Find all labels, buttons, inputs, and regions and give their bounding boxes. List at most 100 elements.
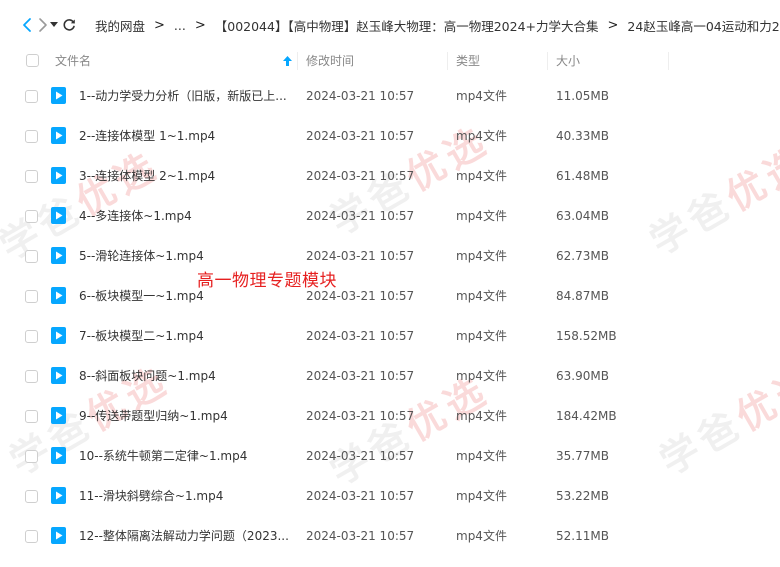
- video-file-icon: [51, 367, 66, 384]
- file-row[interactable]: 7--板块模型二~1.mp4 2024-03-21 10:57 mp4文件 158.5…: [0, 316, 780, 356]
- video-file-icon: [51, 167, 66, 184]
- refresh-icon: [63, 19, 75, 31]
- file-row[interactable]: 8--斜面板块问题~1.mp4 2024-03-21 10:57 mp4文件 63.9…: [0, 356, 780, 396]
- file-row[interactable]: 9--传送带题型归纳~1.mp4 2024-03-21 10:57 mp4文件 184…: [0, 396, 780, 436]
- file-name[interactable]: 5--滑轮连接体~1.mp4: [79, 236, 204, 276]
- column-divider[interactable]: [547, 52, 548, 70]
- refresh-button[interactable]: [62, 11, 76, 39]
- chevron-right-icon: [39, 18, 47, 32]
- breadcrumb-separator: >: [607, 17, 619, 33]
- file-size: 53.22MB: [556, 489, 609, 503]
- file-modified-time: 2024-03-21 10:57: [306, 209, 415, 223]
- row-checkbox[interactable]: [25, 90, 38, 103]
- file-row[interactable]: 1--动力学受力分析（旧版，新版已上... 2024-03-21 10:57 mp4…: [0, 76, 780, 116]
- back-button[interactable]: [20, 11, 34, 39]
- file-row[interactable]: 5--滑轮连接体~1.mp4 2024-03-21 10:57 mp4文件 62.73…: [0, 236, 780, 276]
- file-size: 84.87MB: [556, 289, 609, 303]
- file-row[interactable]: 12--整体隔离法解动力学问题（2023... 2024-03-21 10:57 m…: [0, 516, 780, 556]
- caret-down-icon: [50, 22, 58, 27]
- file-type: mp4文件: [456, 89, 507, 103]
- file-type: mp4文件: [456, 329, 507, 343]
- breadcrumb-item-root[interactable]: 我的网盘: [95, 16, 145, 35]
- file-name[interactable]: 9--传送带题型归纳~1.mp4: [79, 396, 228, 436]
- row-checkbox[interactable]: [25, 170, 38, 183]
- column-header-name[interactable]: 文件名: [55, 50, 91, 76]
- file-row[interactable]: 4--多连接体~1.mp4 2024-03-21 10:57 mp4文件 63.04M…: [0, 196, 780, 236]
- file-name[interactable]: 4--多连接体~1.mp4: [79, 196, 192, 236]
- file-size: 52.11MB: [556, 529, 609, 543]
- column-divider[interactable]: [297, 52, 298, 70]
- column-divider[interactable]: [447, 52, 448, 70]
- sort-ascending-arrow-icon[interactable]: [283, 56, 292, 66]
- column-header-size[interactable]: 大小: [556, 50, 580, 76]
- row-checkbox[interactable]: [25, 290, 38, 303]
- file-type: mp4文件: [456, 369, 507, 383]
- file-name[interactable]: 12--整体隔离法解动力学问题（2023...: [79, 516, 289, 556]
- navigation-bar: 我的网盘 > ... > 【002044】【高中物理】赵玉峰大物理：高一物理20…: [0, 0, 780, 50]
- file-size: 63.04MB: [556, 209, 609, 223]
- file-list-header: 文件名 修改时间 类型 大小: [0, 50, 780, 76]
- file-name[interactable]: 11--滑块斜劈综合~1.mp4: [79, 476, 223, 516]
- file-type: mp4文件: [456, 409, 507, 423]
- row-checkbox[interactable]: [25, 130, 38, 143]
- file-name[interactable]: 8--斜面板块问题~1.mp4: [79, 356, 216, 396]
- file-row[interactable]: 2--连接体模型 1~1.mp4 2024-03-21 10:57 mp4文件 40.…: [0, 116, 780, 156]
- video-file-icon: [51, 287, 66, 304]
- file-modified-time: 2024-03-21 10:57: [306, 169, 415, 183]
- chevron-left-icon: [23, 18, 31, 32]
- breadcrumb: 我的网盘 > ... > 【002044】【高中物理】赵玉峰大物理：高一物理20…: [95, 16, 780, 35]
- file-name[interactable]: 6--板块模型一~1.mp4: [79, 276, 204, 316]
- video-file-icon: [51, 87, 66, 104]
- file-type: mp4文件: [456, 129, 507, 143]
- file-modified-time: 2024-03-21 10:57: [306, 409, 415, 423]
- row-checkbox[interactable]: [25, 530, 38, 543]
- breadcrumb-separator: >: [194, 17, 206, 33]
- breadcrumb-item-course[interactable]: 【002044】【高中物理】赵玉峰大物理：高一物理2024+力学大合集: [215, 16, 599, 35]
- file-type: mp4文件: [456, 169, 507, 183]
- file-name[interactable]: 2--连接体模型 1~1.mp4: [79, 116, 215, 156]
- overlay-annotation: 高一物理专题模块: [197, 271, 337, 291]
- file-name[interactable]: 1--动力学受力分析（旧版，新版已上...: [79, 76, 287, 116]
- video-file-icon: [51, 207, 66, 224]
- file-row[interactable]: 6--板块模型一~1.mp4 2024-03-21 10:57 mp4文件 84.87…: [0, 276, 780, 316]
- row-checkbox[interactable]: [25, 490, 38, 503]
- file-row[interactable]: 11--滑块斜劈综合~1.mp4 2024-03-21 10:57 mp4文件 53.…: [0, 476, 780, 516]
- file-modified-time: 2024-03-21 10:57: [306, 369, 415, 383]
- column-header-modified[interactable]: 修改时间: [306, 50, 354, 76]
- file-modified-time: 2024-03-21 10:57: [306, 489, 415, 503]
- forward-button[interactable]: [36, 11, 50, 39]
- row-checkbox[interactable]: [25, 250, 38, 263]
- file-row[interactable]: 10--系统牛顿第二定律~1.mp4 2024-03-21 10:57 mp4文件 3…: [0, 436, 780, 476]
- column-header-type[interactable]: 类型: [456, 50, 480, 76]
- column-divider[interactable]: [668, 52, 669, 70]
- video-file-icon: [51, 247, 66, 264]
- row-checkbox[interactable]: [25, 330, 38, 343]
- file-size: 184.42MB: [556, 409, 617, 423]
- file-type: mp4文件: [456, 209, 507, 223]
- row-checkbox[interactable]: [25, 450, 38, 463]
- video-file-icon: [51, 327, 66, 344]
- history-dropdown-button[interactable]: [50, 11, 58, 39]
- breadcrumb-item-ellipsis[interactable]: ...: [174, 18, 186, 33]
- file-type: mp4文件: [456, 489, 507, 503]
- select-all-checkbox[interactable]: [26, 54, 39, 67]
- file-row[interactable]: 3--连接体模型 2~1.mp4 2024-03-21 10:57 mp4文件 61.…: [0, 156, 780, 196]
- file-modified-time: 2024-03-21 10:57: [306, 529, 415, 543]
- video-file-icon: [51, 447, 66, 464]
- file-name[interactable]: 7--板块模型二~1.mp4: [79, 316, 204, 356]
- file-modified-time: 2024-03-21 10:57: [306, 329, 415, 343]
- file-modified-time: 2024-03-21 10:57: [306, 449, 415, 463]
- file-size: 63.90MB: [556, 369, 609, 383]
- row-checkbox[interactable]: [25, 370, 38, 383]
- row-checkbox[interactable]: [25, 410, 38, 423]
- file-type: mp4文件: [456, 289, 507, 303]
- breadcrumb-item-current[interactable]: 24赵玉峰高一04运动和力2: [627, 16, 779, 35]
- row-checkbox[interactable]: [25, 210, 38, 223]
- video-file-icon: [51, 487, 66, 504]
- file-name[interactable]: 10--系统牛顿第二定律~1.mp4: [79, 436, 247, 476]
- file-size: 61.48MB: [556, 169, 609, 183]
- file-name[interactable]: 3--连接体模型 2~1.mp4: [79, 156, 215, 196]
- file-size: 35.77MB: [556, 449, 609, 463]
- file-type: mp4文件: [456, 529, 507, 543]
- file-modified-time: 2024-03-21 10:57: [306, 129, 415, 143]
